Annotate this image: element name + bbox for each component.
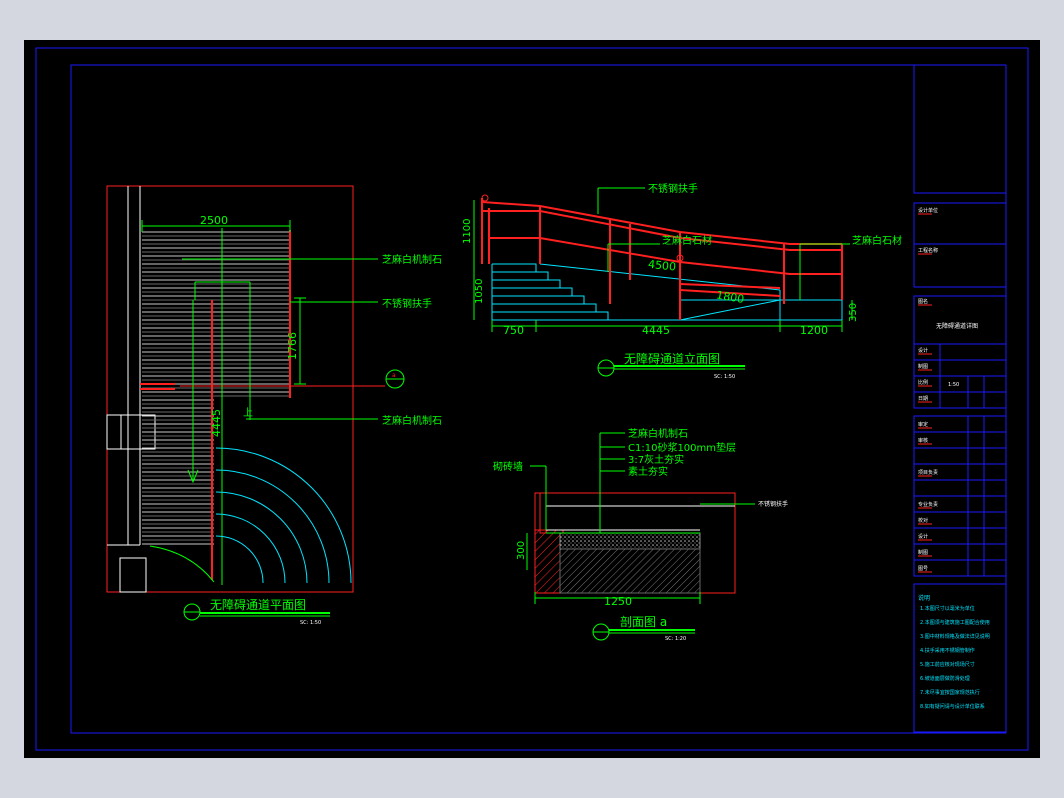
title-row-label: 制图	[918, 549, 928, 556]
elevation-dim-1200: 1200	[800, 324, 828, 337]
elevation-label-stone-2: 芝麻白石材	[852, 234, 902, 247]
plan-dim-length: 4445	[210, 409, 223, 437]
section-label-layer-4: 素土夯实	[628, 465, 668, 478]
title-row-label: 图名	[918, 298, 928, 305]
title-row-label: 工程名称	[918, 247, 938, 254]
title-row-label: 设计	[918, 347, 928, 354]
title-row-label: 审定	[918, 421, 928, 428]
plan-up-mark: 上	[243, 407, 253, 419]
elevation-dim-4445: 4445	[642, 324, 670, 337]
plan-label-stone-1: 芝麻白机制石	[382, 253, 442, 266]
title-row-label: 制图	[918, 363, 928, 370]
elevation-dim-1100: 1100	[462, 219, 473, 244]
elevation-dim-1800: 1800	[715, 288, 745, 306]
note-line: 3.图中材料规格及做法详见说明	[920, 633, 990, 640]
plan-view: 2500 1766 4445 上 芝麻白机制石 不锈钢扶手 芝麻白机制石 a 无…	[106, 185, 442, 626]
section-layer-dots	[559, 532, 701, 550]
plan-scale: SC: 1:50	[300, 620, 321, 626]
section-marker-label: a	[392, 372, 396, 379]
elevation-scale: SC: 1:50	[714, 374, 735, 380]
section-label-layer-1: 芝麻白机制石	[628, 427, 688, 440]
title-row-label: 专业负责	[918, 501, 938, 508]
title-row-label: 校对	[918, 517, 928, 524]
section-scale: SC: 1:20	[665, 636, 686, 642]
section-label-handrail: 不锈钢扶手	[758, 500, 788, 508]
plan-dim-width: 2500	[200, 214, 228, 227]
elevation-view: 1100 1050 750 4445 1200 350 4500 1800 不锈…	[462, 182, 902, 380]
elevation-dim-4500: 4500	[647, 258, 676, 274]
note-line: 2.本图须与建筑施工图配合使用	[920, 619, 990, 626]
title-row-label: 设计	[918, 533, 928, 540]
note-line: 8.如有疑问请与设计单位联系	[920, 703, 985, 710]
elevation-title: 无障碍通道立面图	[624, 351, 720, 366]
title-drawing-name: 无障碍通道详图	[936, 322, 978, 330]
title-row-label: 日期	[918, 396, 928, 402]
section-view: 芝麻白机制石 C1:10砂浆100mm垫层 3:7灰土夯实 素土夯实 砌砖墙 不…	[493, 427, 788, 642]
cad-drawing: 2500 1766 4445 上 芝麻白机制石 不锈钢扶手 芝麻白机制石 a 无…	[35, 47, 1029, 751]
title-scale-value: 1:50	[948, 382, 959, 388]
section-label-layer-3: 3:7灰土夯实	[628, 453, 684, 466]
title-row-label: 审核	[918, 437, 928, 444]
title-block-texts: 设计单位工程名称图名设计制图比例日期审定审核项目负责专业负责校对设计制图图号	[918, 207, 938, 573]
section-title: 剖面图 a	[620, 615, 667, 629]
notes-list: 1.本图尺寸以毫米为单位 2.本图须与建筑施工图配合使用 3.图中材料规格及做法详见…	[920, 605, 990, 710]
note-line: 7.未尽事宜按国家规范执行	[920, 689, 980, 696]
notes-title: 说明	[918, 594, 930, 602]
title-row-label: 设计单位	[918, 207, 938, 214]
elevation-dim-750: 750	[503, 324, 524, 337]
plan-label-stone-2: 芝麻白机制石	[382, 414, 442, 427]
note-line: 4.扶手采用不锈钢管制作	[920, 647, 975, 654]
section-dim-300: 300	[516, 541, 527, 560]
section-brick-wall	[534, 529, 564, 594]
outer-frame	[35, 47, 1029, 751]
section-label-layer-2: C1:10砂浆100mm垫层	[628, 441, 736, 454]
elevation-label-stone-1: 芝麻白石材	[662, 234, 712, 247]
note-line: 6.坡道面层做防滑处理	[920, 675, 970, 682]
title-row-label: 项目负责	[918, 469, 938, 476]
plan-label-handrail: 不锈钢扶手	[382, 297, 432, 310]
note-line: 1.本图尺寸以毫米为单位	[920, 605, 975, 612]
plan-dim-ramp: 1766	[286, 332, 299, 360]
title-row-label: 图号	[918, 566, 928, 572]
section-dim-1250: 1250	[604, 595, 632, 608]
section-label-brick: 砌砖墙	[493, 460, 523, 473]
title-row-label: 比例	[918, 379, 928, 386]
elevation-label-handrail: 不锈钢扶手	[648, 182, 698, 195]
elevation-dim-1050: 1050	[474, 279, 485, 304]
note-line: 5.施工前应核对现场尺寸	[920, 661, 975, 668]
plan-arcs	[215, 447, 352, 584]
plan-title: 无障碍通道平面图	[210, 597, 306, 612]
elevation-dim-350: 350	[848, 303, 859, 322]
section-layer-hatch	[559, 548, 701, 594]
